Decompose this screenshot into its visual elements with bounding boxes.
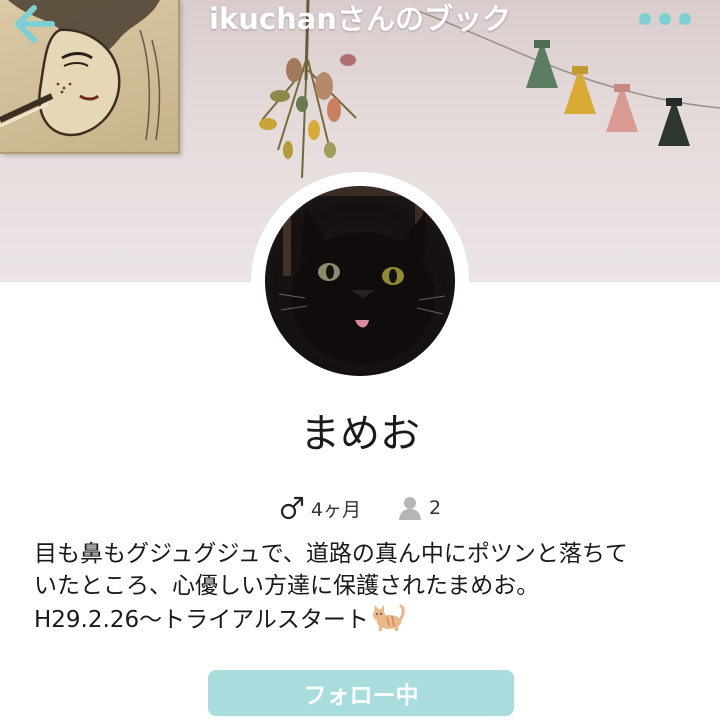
person-icon (399, 497, 421, 520)
page-title: ikuchanさんのブック (209, 2, 511, 36)
age-info: 4ヶ月 (279, 495, 361, 522)
more-options-button[interactable] (636, 8, 694, 30)
cat-emoji-icon (372, 604, 405, 631)
bio-line-with-emoji: H29.2.26〜トライアルスタート (34, 602, 694, 636)
bio-line: いたところ、心優しい方達に保護されたまめお。 (34, 573, 540, 599)
male-icon (280, 496, 304, 520)
bio-line: 目も鼻もグジュグジュで、道路の真ん中にポツンと落ちて (34, 541, 628, 567)
profile-meta: 4ヶ月 2 (0, 490, 720, 526)
followers-info[interactable]: 2 (397, 495, 441, 521)
age-label: 4ヶ月 (310, 498, 361, 521)
followers-count: 2 (429, 497, 442, 519)
more-dots-icon (639, 13, 691, 25)
profile-bio: 目も鼻もグジュグジュで、道路の真ん中にポツンと落ちて いたところ、心優しい方達に… (34, 538, 694, 636)
profile-name: まめお (300, 411, 420, 457)
avatar[interactable] (265, 186, 455, 376)
bio-line: H29.2.26〜トライアルスタート (34, 607, 369, 633)
follow-button[interactable]: フォロー中 (208, 670, 514, 716)
black-cat-photo (265, 186, 455, 364)
